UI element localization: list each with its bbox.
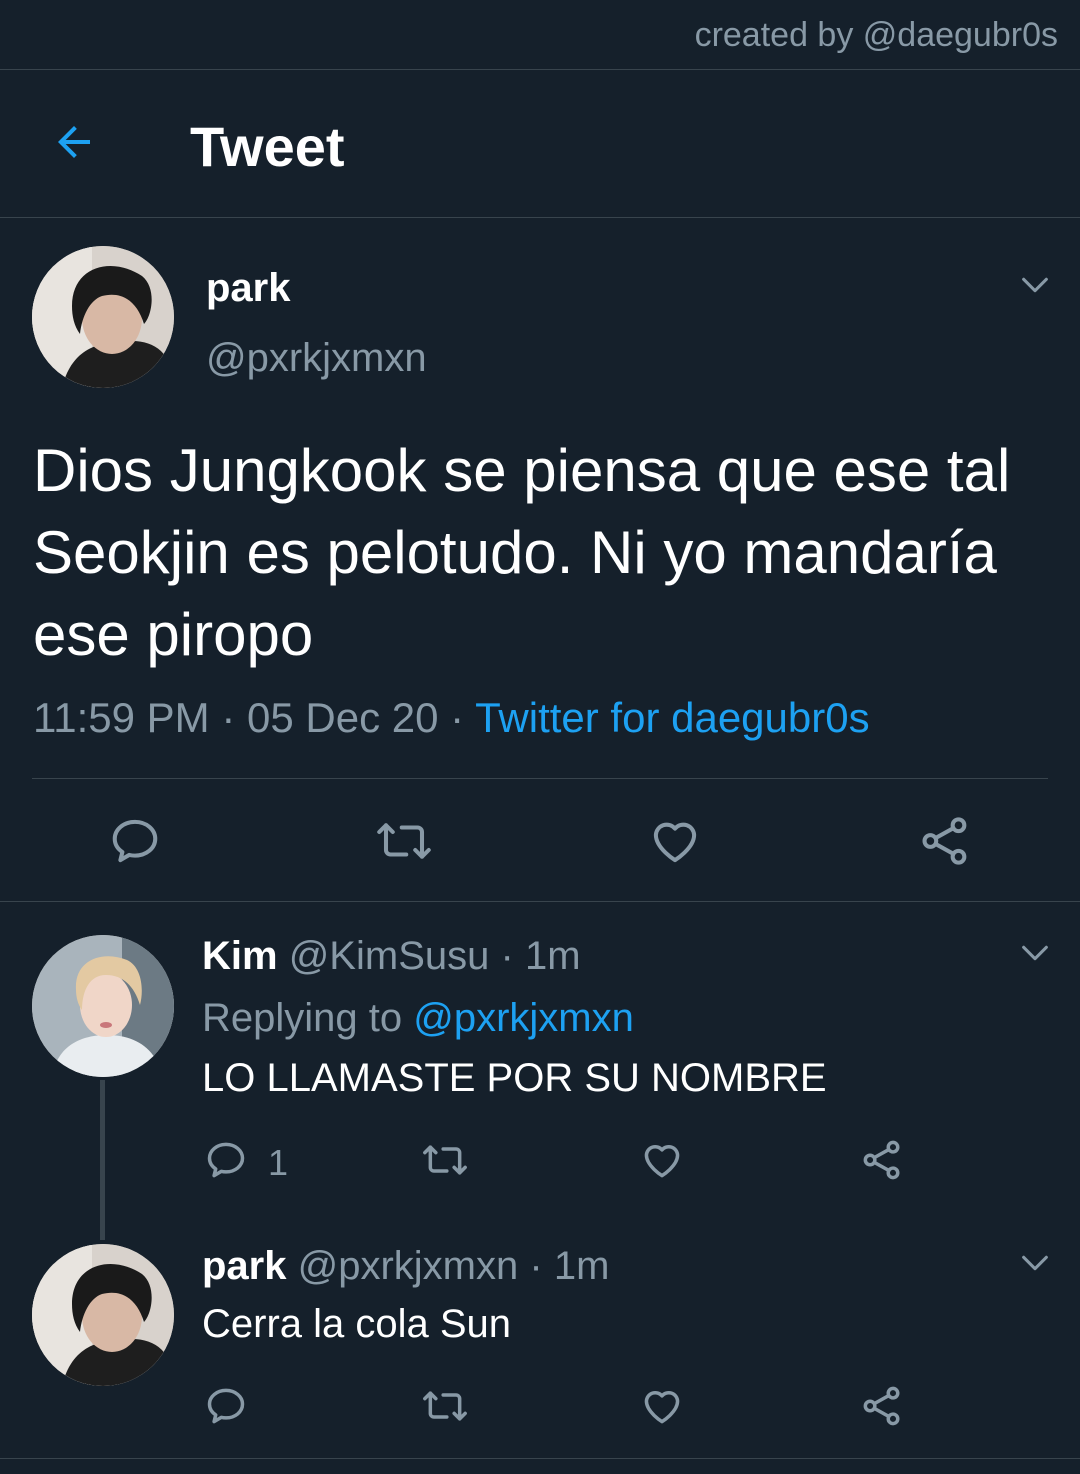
top-app-bar: Tweet <box>0 70 1080 218</box>
avatar[interactable] <box>32 246 174 388</box>
share-icon[interactable] <box>860 1384 904 1428</box>
chevron-down-icon[interactable] <box>1018 936 1052 970</box>
replying-to-label: Replying to <box>202 996 403 1040</box>
reply-count: 1 <box>268 1142 289 1183</box>
meta-separator: · <box>529 1244 543 1288</box>
tweet-meta: 11:59 PM · 05 Dec 20 · Twitter for daegu… <box>33 694 870 742</box>
reply-header: park @pxrkjxmxn · 1m <box>202 1244 609 1289</box>
tweet-date: 05 Dec 20 <box>247 694 439 741</box>
meta-separator: · <box>221 694 236 741</box>
replying-to: Replying to @pxrkjxmxn <box>202 996 634 1041</box>
like-icon[interactable] <box>640 1384 684 1428</box>
divider <box>0 1458 1080 1459</box>
thread-line <box>100 1080 105 1240</box>
chevron-down-icon[interactable] <box>1018 1246 1052 1280</box>
reply-text: Cerra la cola Sun <box>202 1302 512 1346</box>
meta-separator: · <box>450 694 465 741</box>
retweet-icon[interactable] <box>420 1138 470 1182</box>
reply-time: 1m <box>524 934 581 978</box>
reply-header: Kim @KimSusu · 1m <box>202 934 581 979</box>
like-icon[interactable] <box>640 1138 684 1182</box>
reply-text: LO LLAMASTE POR SU NOMBRE <box>202 1056 827 1100</box>
meta-separator: · <box>500 934 514 978</box>
avatar[interactable] <box>32 935 174 1077</box>
tweet-text: Dios Jungkook se piensa que ese tal Seok… <box>33 437 1011 668</box>
back-arrow-icon[interactable] <box>50 118 98 166</box>
avatar[interactable] <box>32 1244 174 1386</box>
like-icon[interactable] <box>648 814 702 868</box>
tweet-author-handle[interactable]: @pxrkjxmxn <box>206 336 427 381</box>
reply-author-name[interactable]: park <box>202 1244 287 1288</box>
tweet-author-name[interactable]: park <box>206 266 291 311</box>
reply-icon[interactable] <box>204 1384 248 1428</box>
chevron-down-icon[interactable] <box>1018 268 1052 302</box>
reply-author-handle[interactable]: @pxrkjxmxn <box>298 1244 519 1288</box>
divider <box>0 901 1080 902</box>
share-icon[interactable] <box>918 814 972 868</box>
reply-icon[interactable] <box>204 1138 248 1182</box>
reply-icon[interactable] <box>108 814 162 868</box>
reply-author-handle[interactable]: @KimSusu <box>289 934 490 978</box>
credit-bar: created by @daegubr0s <box>0 0 1080 70</box>
tweet-source-link[interactable]: Twitter for daegubr0s <box>475 694 870 741</box>
reply-time: 1m <box>553 1244 610 1288</box>
replying-to-handle[interactable]: @pxrkjxmxn <box>413 996 634 1040</box>
credit-text: created by @daegubr0s <box>694 16 1058 54</box>
reply-author-name[interactable]: Kim <box>202 934 278 978</box>
share-icon[interactable] <box>860 1138 904 1182</box>
divider <box>32 778 1048 779</box>
retweet-icon[interactable] <box>374 814 434 868</box>
tweet-time: 11:59 PM <box>33 694 210 741</box>
page-title: Tweet <box>190 115 345 178</box>
retweet-icon[interactable] <box>420 1384 470 1428</box>
